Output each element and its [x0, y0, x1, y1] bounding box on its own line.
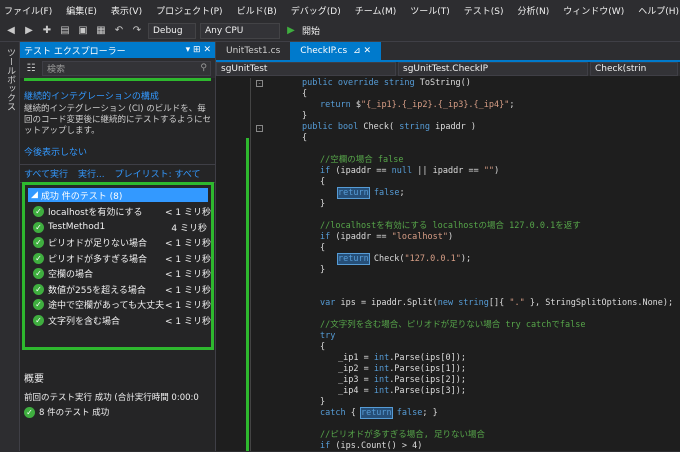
- test-list: ◢ 成功 件のテスト (8) ✓ localhostを有効にする < 1 ミリ秒 ✓ T…: [22, 182, 214, 350]
- test-explorer: テスト エクスプローラー ▾ ⊞ ✕ ☷ 検索 ⚲ 継続的インテグレーションの構…: [20, 42, 216, 451]
- tab-checkip-label: CheckIP.cs: [300, 46, 348, 56]
- menu-item-11[interactable]: ヘルプ(H): [638, 4, 679, 17]
- run-link[interactable]: 実行...: [78, 167, 105, 180]
- search-icon[interactable]: ⚲: [200, 63, 207, 73]
- test-duration: < 1 ミリ秒: [165, 208, 211, 219]
- check-icon: ✓: [24, 407, 35, 418]
- check-icon: ✓: [33, 314, 44, 326]
- test-name: ピリオドが多すぎる場合: [48, 254, 148, 265]
- summary-title: 概要: [24, 374, 44, 385]
- explorer-title: テスト エクスプローラー: [24, 46, 126, 57]
- toolbar: ◀ ▶ ✚ ▤ ▣ ▦ ↶ ↷ Debug Any CPU ▶ 開始: [0, 20, 680, 42]
- ci-dismiss-link[interactable]: 今後表示しない: [24, 145, 211, 158]
- start-button[interactable]: 開始: [302, 24, 320, 37]
- run-bar: すべて実行 実行... プレイリスト: すべて: [20, 165, 215, 183]
- test-row[interactable]: ✓ 途中で空欄があっても大丈夫 < 1 ミリ秒: [25, 297, 211, 313]
- test-duration: < 1 ミリ秒: [165, 270, 211, 281]
- test-duration: < 1 ミリ秒: [165, 285, 211, 296]
- test-row[interactable]: ✓ 空欄の場合 < 1 ミリ秒: [25, 266, 211, 282]
- ci-description: 継続的インテグレーション (CI) のビルドを、毎回のコード変更後に継続的にテス…: [24, 104, 212, 136]
- test-name: 数値が255を超える場合: [48, 285, 146, 296]
- menu-item-8[interactable]: テスト(S): [464, 4, 504, 17]
- save-icon[interactable]: ▣: [76, 24, 90, 38]
- check-icon: ✓: [33, 206, 44, 218]
- tab-unittest1[interactable]: UnitTest1.cs: [216, 42, 290, 60]
- new-project-icon[interactable]: ✚: [40, 24, 54, 38]
- expand-icon[interactable]: ◢: [31, 190, 38, 200]
- search-placeholder: 検索: [47, 64, 66, 75]
- member-dropdown[interactable]: Check(strin: [590, 62, 678, 76]
- test-duration: 4 ミリ秒: [171, 223, 207, 234]
- code-area[interactable]: - - public override string ToString() { …: [216, 78, 680, 451]
- test-row[interactable]: ✓ localhostを有効にする < 1 ミリ秒: [25, 204, 211, 220]
- class-dropdown[interactable]: sgUnitTest.CheckIP: [398, 62, 588, 76]
- check-icon: ✓: [33, 283, 44, 295]
- group-label: 成功 件のテスト (8): [40, 191, 123, 202]
- platform-dropdown[interactable]: Any CPU: [200, 22, 280, 39]
- check-icon: ✓: [33, 221, 44, 233]
- check-icon: ✓: [33, 299, 44, 311]
- menu-item-2[interactable]: 表示(V): [111, 4, 142, 17]
- code-editor: UnitTest1.cs CheckIP.cs ⊿ ✕ sgUnitTest sg…: [216, 42, 680, 451]
- explorer-window-controls[interactable]: ▾ ⊞ ✕: [186, 45, 211, 55]
- run-all-link[interactable]: すべて実行: [24, 167, 68, 180]
- group-icon[interactable]: ☷: [24, 61, 38, 75]
- test-name: 文字列を含む場合: [48, 316, 121, 327]
- menu-item-9[interactable]: 分析(N): [518, 4, 550, 17]
- undo-icon[interactable]: ↶: [112, 24, 126, 38]
- menu-item-0[interactable]: ファイル(F): [4, 4, 52, 17]
- menu-item-4[interactable]: ビルド(B): [237, 4, 277, 17]
- open-icon[interactable]: ▤: [58, 24, 72, 38]
- test-row[interactable]: ✓ ピリオドが足りない場合 < 1 ミリ秒: [25, 235, 211, 251]
- check-icon: ✓: [33, 268, 44, 280]
- forward-icon[interactable]: ▶: [22, 24, 36, 38]
- editor-tabs: UnitTest1.cs CheckIP.cs ⊿ ✕: [216, 42, 680, 60]
- menu-item-10[interactable]: ウィンドウ(W): [563, 4, 624, 17]
- redo-icon[interactable]: ↷: [130, 24, 144, 38]
- menu-item-1[interactable]: 編集(E): [66, 4, 97, 17]
- test-name: TestMethod1: [48, 222, 106, 233]
- test-row[interactable]: ✓ ピリオドが多すぎる場合 < 1 ミリ秒: [25, 251, 211, 267]
- passed-group-header[interactable]: ◢ 成功 件のテスト (8): [28, 188, 208, 202]
- summary-count-row: ✓ 8 件のテスト 成功: [24, 406, 212, 418]
- menu-item-7[interactable]: ツール(T): [410, 4, 450, 17]
- test-name: ピリオドが足りない場合: [48, 239, 148, 250]
- test-row[interactable]: ✓ TestMethod1 4 ミリ秒: [25, 220, 211, 236]
- test-name: 途中で空欄があっても大丈夫: [48, 301, 165, 312]
- test-duration: < 1 ミリ秒: [165, 301, 211, 312]
- menu-item-6[interactable]: チーム(M): [355, 4, 397, 17]
- menu-item-3[interactable]: プロジェクト(P): [156, 4, 222, 17]
- menu-bar: ファイル(F) 編集(E) 表示(V) プロジェクト(P) ビルド(B) デバッグ(D) チ…: [0, 0, 680, 20]
- tab-checkip[interactable]: CheckIP.cs ⊿ ✕: [290, 42, 382, 60]
- test-row[interactable]: ✓ 数値が255を超える場合 < 1 ミリ秒: [25, 282, 211, 298]
- config-dropdown[interactable]: Debug: [148, 22, 196, 39]
- close-icon[interactable]: ⊿ ✕: [353, 46, 371, 56]
- playlist-link[interactable]: プレイリスト: すべて: [115, 167, 201, 180]
- change-indicator: [246, 138, 249, 451]
- test-name: 空欄の場合: [48, 270, 94, 281]
- save-all-icon[interactable]: ▦: [94, 24, 108, 38]
- test-duration: < 1 ミリ秒: [165, 316, 211, 327]
- menu-item-5[interactable]: デバッグ(D): [291, 4, 341, 17]
- project-dropdown[interactable]: sgUnitTest: [216, 62, 396, 76]
- start-icon[interactable]: ▶: [284, 24, 298, 38]
- test-duration: < 1 ミリ秒: [165, 239, 211, 250]
- test-name: localhostを有効にする: [48, 208, 143, 219]
- navigation-bar: sgUnitTest sgUnitTest.CheckIP Check(stri…: [216, 60, 680, 76]
- check-icon: ✓: [33, 237, 44, 249]
- toolbox-strip[interactable]: ツールボックス: [0, 42, 20, 451]
- summary-panel: 概要 前回のテスト実行 成功 (合計実行時間 0:00:0 ✓ 8 件のテスト 成…: [20, 362, 216, 425]
- ci-title-link[interactable]: 継続的インテグレーションの構成: [24, 89, 211, 102]
- summary-count: 8 件のテスト 成功: [39, 408, 110, 418]
- test-row[interactable]: ✓ 文字列を含む場合 < 1 ミリ秒: [25, 313, 211, 329]
- check-icon: ✓: [33, 252, 44, 264]
- toolbox-label[interactable]: ツールボックス: [4, 48, 17, 111]
- search-input[interactable]: 検索 ⚲: [42, 60, 211, 76]
- ci-notice: 継続的インテグレーションの構成 継続的インテグレーション (CI) のビルドを、…: [20, 81, 215, 165]
- explorer-search-row: ☷ 検索 ⚲: [20, 58, 215, 78]
- explorer-title-bar: テスト エクスプローラー ▾ ⊞ ✕: [20, 42, 215, 58]
- test-duration: < 1 ミリ秒: [165, 254, 211, 265]
- back-icon[interactable]: ◀: [4, 24, 18, 38]
- summary-last-run: 前回のテスト実行 成功 (合計実行時間 0:00:0: [24, 393, 199, 403]
